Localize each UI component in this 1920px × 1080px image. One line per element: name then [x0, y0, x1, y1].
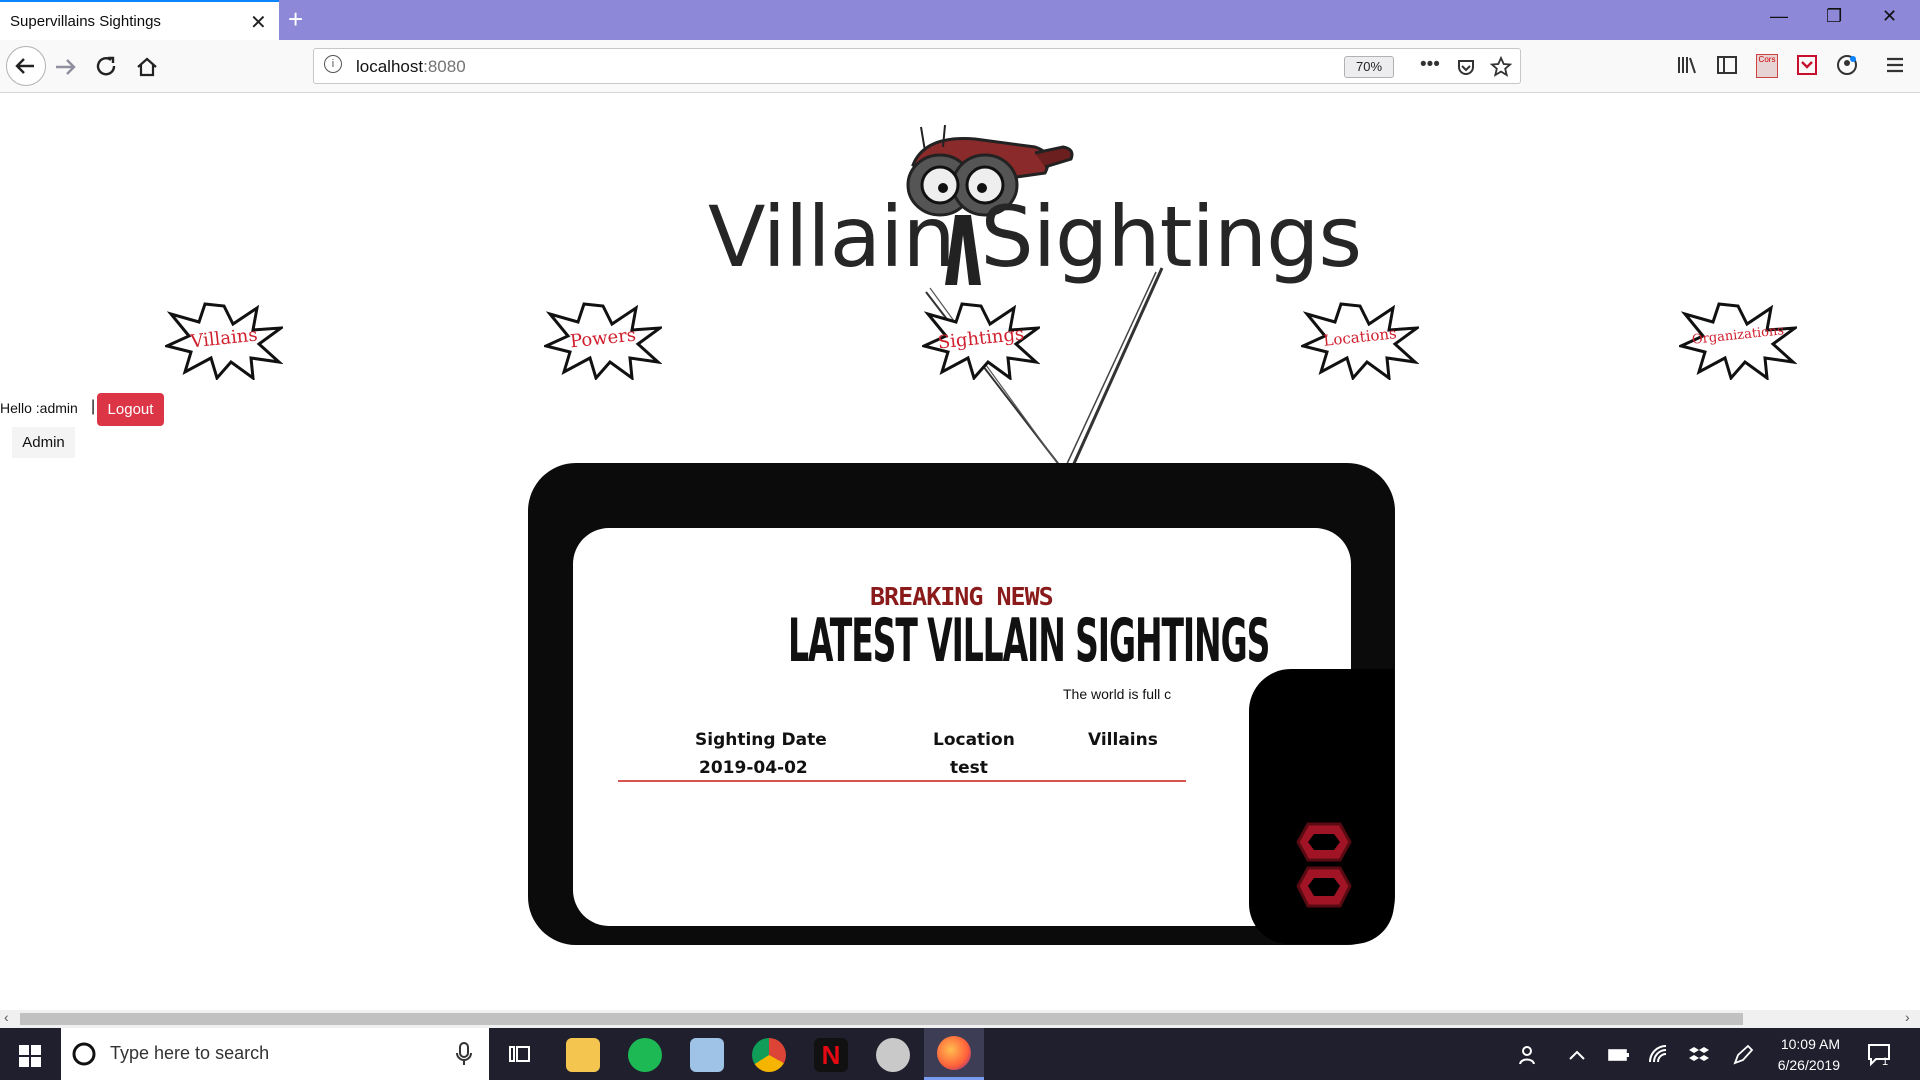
taskbar-search-box[interactable]: Type here to search [61, 1028, 489, 1080]
tab-close-icon[interactable]: ✕ [250, 10, 267, 35]
show-hidden-icons-chevron-icon[interactable] [1568, 1048, 1586, 1062]
pocket-icon[interactable] [1456, 57, 1476, 77]
firefox-icon [937, 1036, 971, 1070]
zoom-indicator[interactable]: 70% [1344, 56, 1394, 78]
tab-title: Supervillains Sightings [10, 13, 161, 30]
forward-button[interactable] [52, 54, 78, 80]
firefox-taskbar-button[interactable] [924, 1028, 984, 1080]
clock-time: 10:09 AM [1780, 1036, 1840, 1052]
url-bar[interactable]: i localhost:8080 70% ••• [313, 48, 1521, 84]
nav-villains-link[interactable]: Villains [165, 302, 283, 380]
page-actions-icon[interactable]: ••• [1420, 54, 1440, 76]
chrome-icon[interactable] [752, 1038, 786, 1072]
library-icon[interactable] [1676, 54, 1698, 76]
new-tab-button[interactable]: + [288, 4, 303, 35]
minimize-button[interactable]: — [1770, 6, 1788, 27]
nav-sightings-link[interactable]: Sightings [922, 302, 1040, 380]
latest-sightings-title: LATEST VILLAIN SIGHTINGS [788, 606, 1270, 676]
tv-knobs-icon [1296, 822, 1352, 908]
back-button[interactable] [6, 46, 46, 86]
windows-start-icon[interactable] [19, 1045, 41, 1067]
nav-powers-link[interactable]: Powers [544, 302, 662, 380]
account-icon[interactable] [1836, 54, 1858, 76]
task-view-icon[interactable] [508, 1042, 532, 1066]
table-row-divider [618, 780, 1186, 782]
logout-button[interactable]: Logout [97, 393, 164, 426]
scroll-right-icon[interactable]: › [1905, 1009, 1910, 1025]
notification-count: 1 [1882, 1056, 1889, 1068]
user-greeting: Hello :admin [0, 400, 78, 416]
separator: | [91, 398, 96, 415]
file-explorer-icon[interactable] [566, 1038, 600, 1072]
row-sighting-date: 2019-04-02 [699, 758, 808, 778]
netflix-icon[interactable]: N [814, 1038, 848, 1072]
url-port: :8080 [423, 57, 466, 76]
cors-extension-icon[interactable]: Cors [1756, 54, 1778, 78]
pen-ink-icon[interactable] [1732, 1044, 1754, 1066]
people-icon[interactable] [1518, 1044, 1540, 1066]
spotify-icon[interactable] [628, 1038, 662, 1072]
cube-app-icon[interactable] [690, 1038, 724, 1072]
reload-button[interactable] [94, 54, 120, 80]
nav-organizations-link[interactable]: Organizations [1679, 302, 1797, 380]
news-marquee: The world is full c [1063, 686, 1172, 702]
restore-button[interactable]: ❐ [1826, 6, 1842, 27]
scrollbar-thumb[interactable] [20, 1013, 1743, 1025]
row-location: test [950, 758, 988, 778]
url-host: localhost [356, 57, 424, 76]
microphone-icon[interactable] [454, 1042, 474, 1066]
menu-icon[interactable] [1884, 54, 1906, 76]
nav-locations-link[interactable]: Locations [1301, 302, 1419, 380]
system-clock[interactable]: 10:09 AM 6/26/2019 [1760, 1034, 1840, 1076]
back-arrow-icon [15, 58, 34, 74]
url-text: localhost:8080 [356, 57, 466, 77]
col-header-location: Location [933, 730, 1015, 750]
cortana-icon [72, 1042, 96, 1066]
clock-date: 6/26/2019 [1777, 1057, 1840, 1073]
info-icon[interactable]: i [324, 55, 342, 73]
scroll-left-icon[interactable]: ‹ [4, 1009, 9, 1025]
wifi-icon[interactable] [1648, 1044, 1670, 1066]
col-header-villains: Villains [1088, 730, 1158, 750]
browser-tab[interactable]: Supervillains Sightings ✕ [0, 0, 279, 40]
sidebar-icon[interactable] [1716, 54, 1738, 76]
battery-icon[interactable] [1608, 1048, 1630, 1062]
bookmark-star-icon[interactable] [1490, 56, 1512, 78]
home-button[interactable] [134, 54, 160, 80]
paint-icon[interactable] [876, 1038, 910, 1072]
close-window-button[interactable]: ✕ [1882, 6, 1897, 27]
dropbox-icon[interactable] [1688, 1044, 1710, 1066]
admin-button[interactable]: Admin [12, 427, 75, 458]
search-placeholder: Type here to search [110, 1043, 270, 1063]
col-header-sighting-date: Sighting Date [695, 730, 827, 750]
extension-shield-icon[interactable] [1796, 54, 1818, 76]
